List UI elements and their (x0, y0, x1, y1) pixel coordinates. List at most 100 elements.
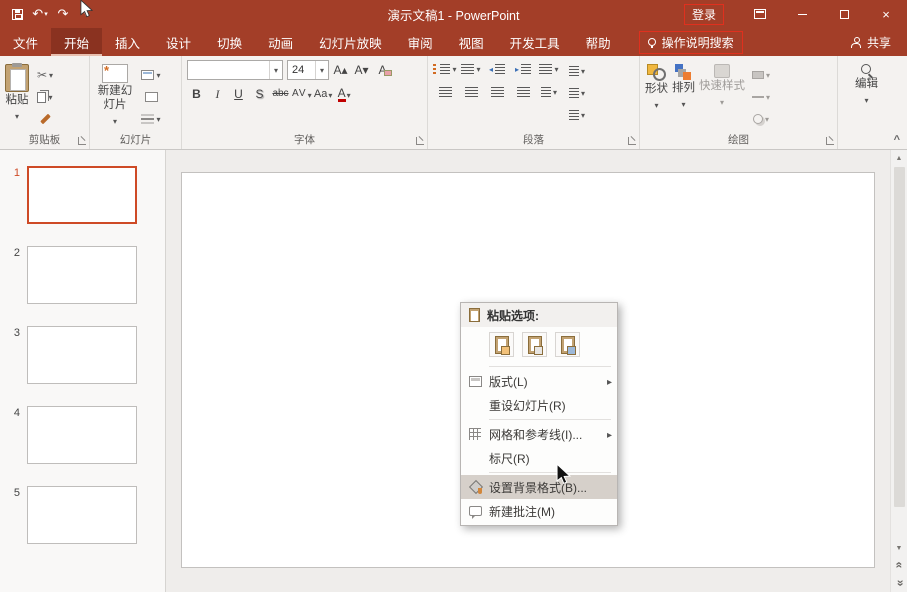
editing-button[interactable]: 编辑 (843, 60, 890, 106)
previous-slide-button[interactable] (891, 556, 907, 574)
ribbon-tab-开发工具[interactable]: 开发工具 (497, 28, 573, 56)
paste-button[interactable]: 粘贴 (5, 60, 29, 131)
ribbon-tab-插入[interactable]: 插入 (102, 28, 153, 56)
bullets-button[interactable] (433, 60, 457, 78)
align-left-button[interactable] (433, 83, 457, 101)
slide-layout-button[interactable] (139, 66, 163, 84)
maximize-icon (840, 10, 849, 19)
undo-button[interactable]: ▾ (29, 2, 51, 26)
menu-item[interactable]: 网格和参考线(I)... (461, 422, 617, 446)
redo-button[interactable] (52, 2, 74, 26)
justify-button[interactable] (511, 83, 535, 101)
text-direction-button[interactable] (565, 62, 589, 80)
menu-item[interactable]: 新建批注(M) (461, 499, 617, 523)
ribbon-tab-切换[interactable]: 切换 (204, 28, 255, 56)
cut-button[interactable] (33, 66, 57, 84)
ribbon-tab-幻灯片放映[interactable]: 幻灯片放映 (306, 28, 395, 56)
minimize-button[interactable] (781, 0, 823, 28)
ribbon-tab-设计[interactable]: 设计 (153, 28, 204, 56)
align-right-button[interactable] (485, 83, 509, 101)
italic-button[interactable]: I (208, 84, 227, 104)
tell-me-box[interactable]: 操作说明搜索 (640, 32, 742, 53)
line-spacing-button[interactable] (537, 60, 561, 78)
font-size-select[interactable]: 24 (287, 60, 329, 80)
shape-fill-icon (752, 71, 764, 79)
collapse-ribbon-button[interactable] (894, 134, 900, 146)
strikethrough-button[interactable]: abc (271, 84, 290, 104)
change-case-button[interactable]: Aa (314, 84, 333, 104)
decrease-indent-button[interactable]: ◂ (485, 60, 509, 78)
arrange-button[interactable]: 排列 (672, 60, 695, 131)
grid-icon (469, 428, 481, 440)
ribbon-tab-strip: 文件开始插入设计切换动画幻灯片放映审阅视图开发工具帮助 操作说明搜索 共享 (0, 28, 907, 56)
shape-outline-button[interactable] (749, 88, 773, 106)
ribbon-tab-审阅[interactable]: 审阅 (395, 28, 446, 56)
scroll-up-button[interactable] (891, 150, 907, 166)
paste-keep-source-formatting-button[interactable] (522, 332, 547, 357)
ribbon-tab-开始[interactable]: 开始 (51, 28, 102, 56)
increase-indent-button[interactable]: ▸ (511, 60, 535, 78)
bold-button[interactable]: B (187, 84, 206, 104)
underline-button[interactable]: U (229, 84, 248, 104)
menu-item[interactable]: 标尺(R) (461, 446, 617, 470)
customize-quick-access-button[interactable]: ▾ (75, 2, 97, 26)
share-button[interactable]: 共享 (851, 34, 891, 51)
next-slide-button[interactable] (891, 574, 907, 592)
font-dialog-launcher[interactable] (416, 137, 424, 145)
slide-thumbnail-panel: 12345 (0, 150, 166, 592)
menu-item[interactable]: 版式(L) (461, 369, 617, 393)
vertical-scrollbar[interactable] (890, 150, 907, 592)
slide-thumbnail-5[interactable] (27, 486, 137, 544)
slide-thumbnail-3[interactable] (27, 326, 137, 384)
columns-button[interactable] (537, 83, 561, 101)
numbering-button[interactable] (459, 60, 483, 78)
slide-thumbnail-4[interactable] (27, 406, 137, 464)
scroll-down-button[interactable] (891, 540, 907, 556)
sign-in-button[interactable]: 登录 (685, 5, 723, 24)
slides-group-label: 幻灯片 (90, 132, 181, 147)
align-text-button[interactable] (565, 84, 589, 102)
decrease-font-size-button-glyph: A▾ (354, 64, 368, 76)
increase-font-size-button[interactable]: A▴ (331, 60, 350, 80)
save-button[interactable] (6, 2, 28, 26)
section-button[interactable] (139, 110, 163, 128)
clipboard-icon (561, 336, 575, 354)
clear-formatting-button[interactable]: A (373, 60, 392, 80)
copy-button[interactable] (33, 88, 57, 106)
scrollbar-thumb[interactable] (894, 167, 905, 507)
slide-thumbnail-2[interactable] (27, 246, 137, 304)
menu-item[interactable]: 重设幻灯片(R) (461, 393, 617, 417)
character-spacing-button[interactable]: AV (292, 84, 312, 104)
quick-styles-button[interactable]: 快速样式 (699, 60, 745, 131)
drawing-dialog-launcher[interactable] (826, 137, 834, 145)
font-color-button[interactable]: A (335, 84, 354, 104)
close-button[interactable]: × (865, 0, 907, 28)
shape-fill-button[interactable] (749, 66, 773, 84)
paste-as-picture-button[interactable] (555, 332, 580, 357)
clipboard-dialog-launcher[interactable] (78, 137, 86, 145)
align-center-button[interactable] (459, 83, 483, 101)
convert-to-smartart-button[interactable] (565, 106, 589, 124)
ribbon-tab-帮助[interactable]: 帮助 (573, 28, 624, 56)
increase-indent-icon: ▸ (515, 65, 519, 74)
ribbon-tab-动画[interactable]: 动画 (255, 28, 306, 56)
menu-item[interactable]: 设置背景格式(B)... (461, 475, 617, 499)
ribbon-display-options-button[interactable] (739, 0, 781, 28)
decrease-font-size-button[interactable]: A▾ (352, 60, 371, 80)
slide-thumbnail-1[interactable] (27, 166, 137, 224)
reset-slide-button[interactable] (139, 88, 163, 106)
shapes-button[interactable]: 形状 (645, 60, 668, 131)
text-shadow-button[interactable]: S (250, 84, 269, 104)
maximize-button[interactable] (823, 0, 865, 28)
editing-group: 编辑 (838, 56, 894, 149)
new-slide-button[interactable]: 新建幻灯片 (95, 60, 135, 131)
paragraph-dialog-launcher[interactable] (628, 137, 636, 145)
slides-group: 新建幻灯片 幻灯片 (90, 56, 182, 149)
paste-use-destination-theme-button[interactable] (489, 332, 514, 357)
text-direction-icon (569, 66, 579, 77)
ribbon-tab-文件[interactable]: 文件 (0, 28, 51, 56)
format-painter-button[interactable] (33, 110, 57, 128)
font-name-select[interactable] (187, 60, 283, 80)
shape-effects-button[interactable] (749, 110, 773, 128)
ribbon-tab-视图[interactable]: 视图 (446, 28, 497, 56)
